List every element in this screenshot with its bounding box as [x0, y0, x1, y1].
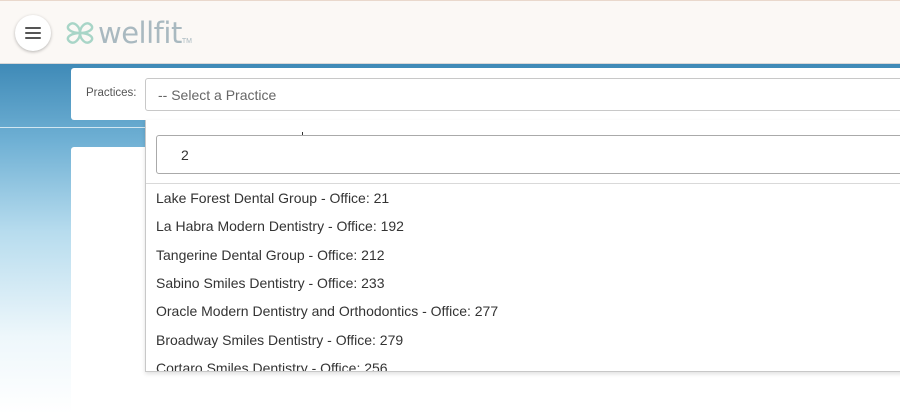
- menu-button[interactable]: [15, 15, 51, 51]
- practice-option[interactable]: Sabino Smiles Dentistry - Office: 233: [146, 269, 900, 297]
- practice-option[interactable]: Oracle Modern Dentistry and Orthodontics…: [146, 297, 900, 325]
- practice-option-list: Lake Forest Dental Group - Office: 21 La…: [146, 184, 900, 371]
- practice-option[interactable]: Lake Forest Dental Group - Office: 21: [146, 184, 900, 212]
- practice-option[interactable]: Broadway Smiles Dentistry - Office: 279: [146, 326, 900, 354]
- practice-select[interactable]: -- Select a Practice: [145, 78, 900, 111]
- logo: wellfit TM: [66, 16, 192, 50]
- practice-option[interactable]: La Habra Modern Dentistry - Office: 192: [146, 212, 900, 240]
- wellfit-logo-icon: [66, 22, 94, 44]
- practice-option[interactable]: Tangerine Dental Group - Office: 212: [146, 240, 900, 268]
- practice-option[interactable]: Cortaro Smiles Dentistry - Office: 256: [146, 354, 900, 371]
- logo-text: wellfit: [98, 16, 182, 50]
- top-header: wellfit TM: [0, 0, 900, 64]
- practice-search-input[interactable]: [156, 135, 900, 174]
- dropdown-search-area: [146, 120, 900, 184]
- practice-dropdown: Lake Forest Dental Group - Office: 21 La…: [145, 120, 900, 372]
- hamburger-icon: [25, 27, 41, 39]
- logo-trademark: TM: [181, 38, 192, 45]
- practice-label: Practices:: [86, 87, 137, 99]
- practice-selector-card: Practices: -- Select a Practice: [71, 68, 900, 120]
